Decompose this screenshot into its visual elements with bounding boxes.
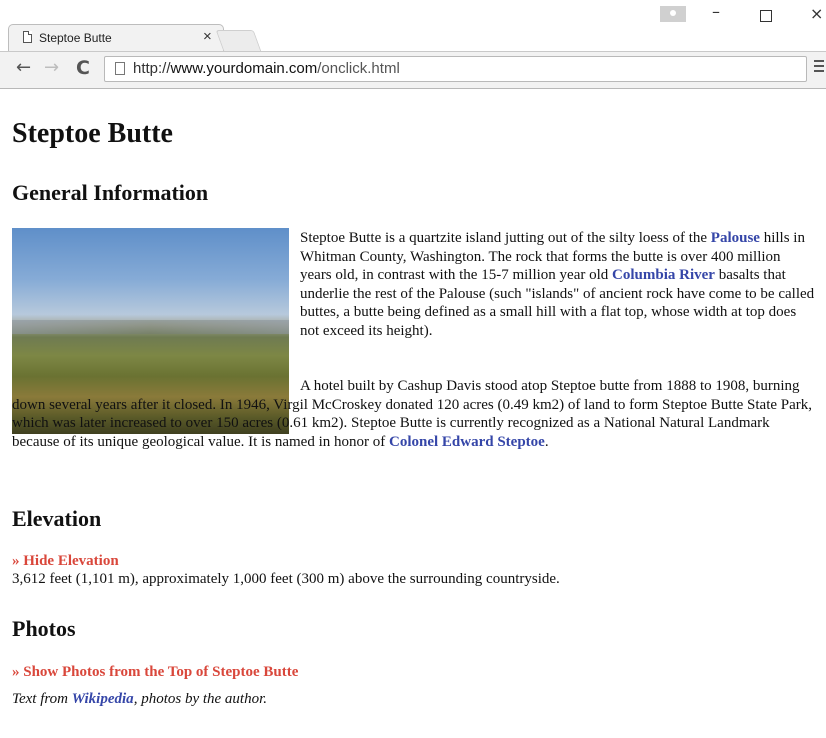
palouse-link[interactable]: Palouse xyxy=(711,230,760,246)
tab-title: Steptoe Butte xyxy=(39,31,112,45)
reload-icon[interactable]: C xyxy=(76,58,90,78)
hide-elevation-link[interactable]: » Hide Elevation xyxy=(12,553,119,570)
columbia-river-link[interactable]: Columbia River xyxy=(612,267,715,283)
general-paragraph-2: A hotel built by Cashup Davis stood atop… xyxy=(12,378,813,450)
page-title: Steptoe Butte xyxy=(12,118,173,149)
elevation-text: 3,612 feet (1,101 m), approximately 1,00… xyxy=(12,571,560,587)
close-window-button[interactable]: × xyxy=(810,4,823,23)
general-information-heading: General Information xyxy=(12,180,209,205)
maximize-button[interactable] xyxy=(760,10,772,22)
elevation-heading: Elevation xyxy=(12,506,102,531)
tab-close-icon[interactable]: × xyxy=(203,29,212,45)
address-bar[interactable]: http://www.yourdomain.com/onclick.html xyxy=(104,56,807,82)
wikipedia-link[interactable]: Wikipedia xyxy=(72,691,134,707)
back-arrow-icon[interactable]: ← xyxy=(16,58,31,78)
forward-arrow-icon[interactable]: → xyxy=(44,58,59,78)
profile-icon[interactable] xyxy=(660,6,686,22)
page-icon xyxy=(23,31,32,43)
edward-steptoe-link[interactable]: Colonel Edward Steptoe xyxy=(389,434,545,450)
browser-toolbar: ← → C http://www.yourdomain.com/onclick.… xyxy=(0,52,826,89)
credit-text: Text from Wikipedia, photos by the autho… xyxy=(12,691,268,707)
new-tab-button[interactable] xyxy=(215,30,262,53)
title-bar: Steptoe Butte × – × xyxy=(0,0,826,53)
browser-tab[interactable]: Steptoe Butte × xyxy=(8,24,224,52)
photos-heading: Photos xyxy=(12,616,76,641)
minimize-button[interactable]: – xyxy=(712,2,720,21)
show-photos-link[interactable]: » Show Photos from the Top of Steptoe Bu… xyxy=(12,664,298,681)
url-text[interactable]: http://www.yourdomain.com/onclick.html xyxy=(133,60,400,77)
menu-icon[interactable] xyxy=(814,60,826,78)
general-paragraph-1: Steptoe Butte is a quartzite island jutt… xyxy=(300,230,815,339)
page-icon xyxy=(115,62,125,75)
